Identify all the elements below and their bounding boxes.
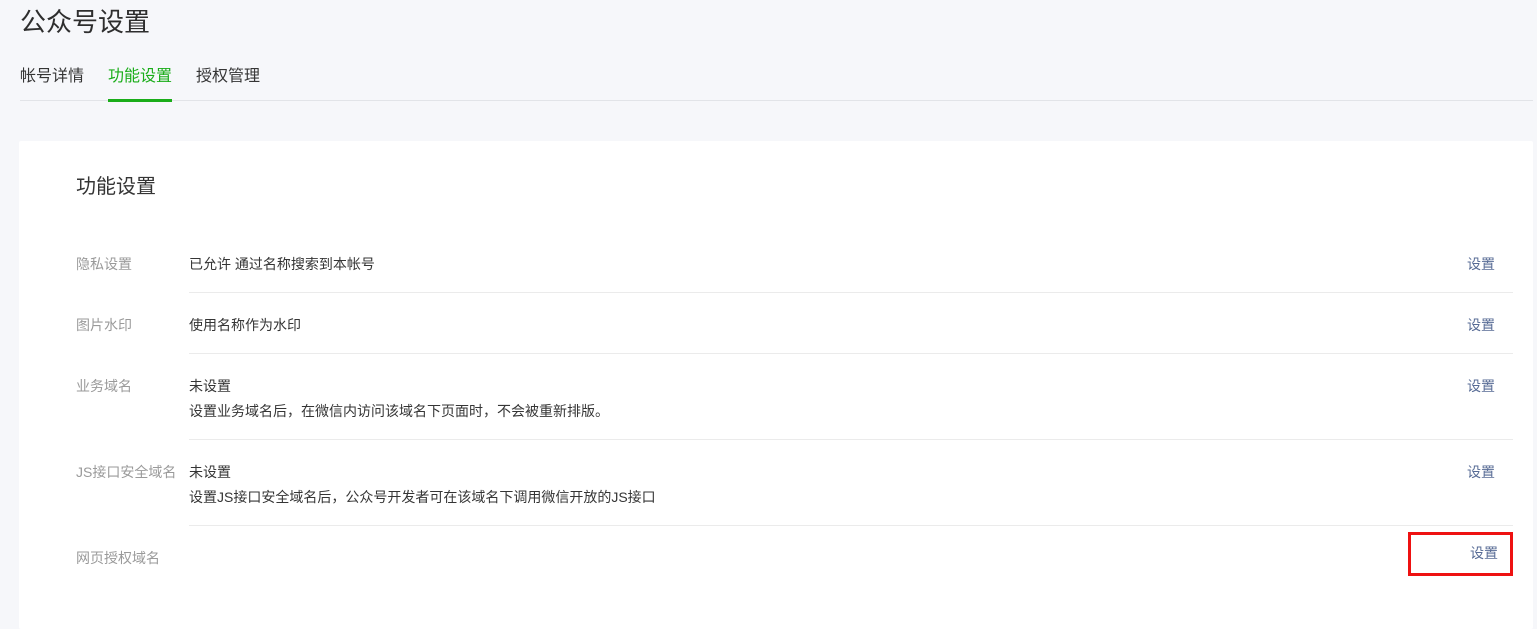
web-auth-domain-set-link[interactable]: 设置 xyxy=(1470,545,1498,562)
row-main: 未设置 设置业务域名后，在微信内访问该域名下页面时，不会被重新排版。 xyxy=(189,378,1467,420)
row-value: 未设置 xyxy=(189,378,1447,395)
row-label: 业务域名 xyxy=(76,354,189,440)
row-description: 设置JS接口安全域名后，公众号开发者可在该域名下调用微信开放的JS接口 xyxy=(189,489,1447,506)
row-js-api-safe-domain: JS接口安全域名 未设置 设置JS接口安全域名后，公众号开发者可在该域名下调用微… xyxy=(76,440,1513,526)
row-body: 未设置 设置JS接口安全域名后，公众号开发者可在该域名下调用微信开放的JS接口 … xyxy=(189,440,1513,526)
row-label: 网页授权域名 xyxy=(76,526,189,588)
highlight-annotation-box: 设置 xyxy=(1408,532,1513,576)
row-main: 已允许 通过名称搜索到本帐号 xyxy=(189,256,1467,273)
watermark-set-link[interactable]: 设置 xyxy=(1467,317,1495,334)
privacy-set-link[interactable]: 设置 xyxy=(1467,256,1495,273)
row-body: 未设置 设置业务域名后，在微信内访问该域名下页面时，不会被重新排版。 设置 xyxy=(189,354,1513,440)
row-value: 已允许 通过名称搜索到本帐号 xyxy=(189,256,1447,273)
row-privacy-settings: 隐私设置 已允许 通过名称搜索到本帐号 设置 xyxy=(76,232,1513,293)
row-main: 使用名称作为水印 xyxy=(189,317,1467,334)
tab-account-details[interactable]: 帐号详情 xyxy=(20,68,84,100)
row-body: 设置 xyxy=(189,526,1513,588)
row-body: 已允许 通过名称搜索到本帐号 设置 xyxy=(189,232,1513,293)
row-value: 使用名称作为水印 xyxy=(189,317,1447,334)
function-settings-card: 功能设置 隐私设置 已允许 通过名称搜索到本帐号 设置 图片水印 使用名称作为水… xyxy=(19,141,1533,629)
page-title: 公众号设置 xyxy=(20,0,1537,39)
row-label: JS接口安全域名 xyxy=(76,440,189,526)
page-header: 公众号设置 帐号详情 功能设置 授权管理 xyxy=(0,0,1537,101)
row-description: 设置业务域名后，在微信内访问该域名下页面时，不会被重新排版。 xyxy=(189,403,1447,420)
tab-bar: 帐号详情 功能设置 授权管理 xyxy=(20,68,1533,101)
row-image-watermark: 图片水印 使用名称作为水印 设置 xyxy=(76,293,1513,354)
tab-function-settings[interactable]: 功能设置 xyxy=(108,68,172,102)
tab-authorization-management[interactable]: 授权管理 xyxy=(196,68,260,100)
row-label: 图片水印 xyxy=(76,293,189,354)
row-main: 未设置 设置JS接口安全域名后，公众号开发者可在该域名下调用微信开放的JS接口 xyxy=(189,464,1467,506)
row-body: 使用名称作为水印 设置 xyxy=(189,293,1513,354)
row-label: 隐私设置 xyxy=(76,232,189,293)
row-value: 未设置 xyxy=(189,464,1447,481)
content-area: 功能设置 隐私设置 已允许 通过名称搜索到本帐号 设置 图片水印 使用名称作为水… xyxy=(0,101,1537,629)
js-domain-set-link[interactable]: 设置 xyxy=(1467,464,1495,481)
card-heading: 功能设置 xyxy=(76,177,1513,197)
row-business-domain: 业务域名 未设置 设置业务域名后，在微信内访问该域名下页面时，不会被重新排版。 … xyxy=(76,354,1513,440)
business-domain-set-link[interactable]: 设置 xyxy=(1467,378,1495,395)
row-web-auth-domain: 网页授权域名 设置 xyxy=(76,526,1513,588)
